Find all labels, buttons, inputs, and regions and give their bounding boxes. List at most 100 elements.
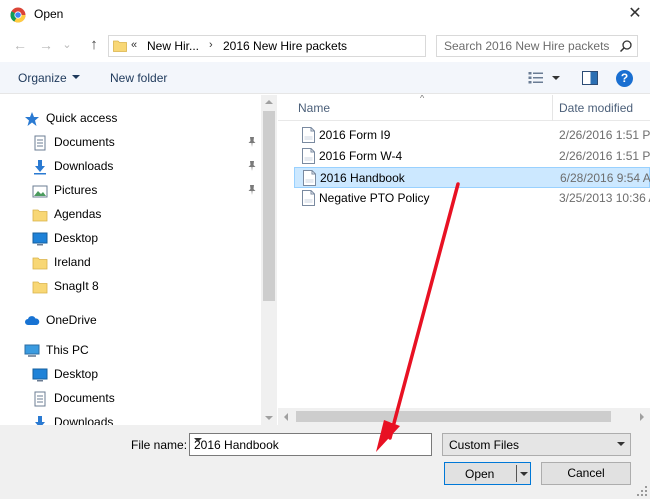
- caret-down-icon[interactable]: [552, 76, 560, 80]
- column-header-name[interactable]: Name: [298, 101, 330, 115]
- file-name-history-dropdown[interactable]: [194, 438, 202, 442]
- file-name-input[interactable]: 2016 Handbook: [189, 433, 432, 456]
- search-icon: [619, 40, 632, 53]
- pictures-icon: [32, 183, 48, 199]
- file-row[interactable]: 2016 Handbook 6/28/2016 9:54 AM: [294, 167, 650, 188]
- close-button[interactable]: ✕: [622, 3, 648, 25]
- star-icon: [24, 111, 40, 127]
- open-button-label: Open: [465, 467, 495, 481]
- command-toolbar: Organize New folder ?: [0, 62, 650, 94]
- nav-item-label: Ireland: [54, 255, 91, 269]
- nav-item-label: Downloads: [54, 159, 114, 173]
- caret-down-icon: [72, 75, 80, 79]
- pdf-file-icon: [302, 190, 315, 206]
- file-list-horizontal-scrollbar[interactable]: [278, 408, 650, 425]
- file-date-modified: 6/28/2016 9:54 AM: [560, 171, 650, 185]
- nav-item-documents[interactable]: Documents: [0, 131, 260, 155]
- chevron-right-icon: ›: [209, 39, 213, 51]
- scroll-right-icon[interactable]: [640, 413, 644, 421]
- folder-icon: [113, 40, 127, 52]
- close-icon: ✕: [628, 5, 642, 22]
- nav-item-this-pc[interactable]: This PC: [0, 339, 260, 363]
- back-button[interactable]: ←: [10, 35, 30, 55]
- file-name-value: 2016 Handbook: [194, 438, 279, 452]
- nav-item-label: Pictures: [54, 183, 98, 197]
- nav-item-agendas[interactable]: Agendas: [0, 203, 260, 227]
- arrow-left-icon: ←: [13, 37, 27, 53]
- nav-item-pictures[interactable]: Pictures: [0, 179, 260, 203]
- file-row[interactable]: Negative PTO Policy 3/25/2013 10:36 AM: [294, 188, 650, 209]
- nav-pane-scrollbar[interactable]: [261, 95, 277, 425]
- nav-item-label: Desktop: [54, 367, 99, 381]
- arrow-right-icon: →: [39, 37, 53, 53]
- folder-icon: [32, 279, 48, 295]
- nav-item-downloads[interactable]: Downloads: [0, 411, 260, 425]
- pin-icon: [246, 160, 258, 172]
- cancel-button[interactable]: Cancel: [541, 462, 631, 485]
- scroll-down-icon[interactable]: [265, 416, 273, 420]
- arrow-up-icon: ↑: [90, 36, 98, 53]
- file-date-modified: 2/26/2016 1:51 PM: [559, 149, 650, 163]
- nav-item-label: Agendas: [54, 207, 102, 221]
- file-name: 2016 Form W-4: [319, 149, 403, 163]
- nav-item-onedrive[interactable]: OneDrive: [0, 309, 260, 333]
- resize-grip-icon[interactable]: [636, 485, 648, 497]
- file-type-value: Custom Files: [449, 438, 520, 452]
- search-input[interactable]: Search 2016 New Hire packets: [436, 35, 638, 57]
- chevron-down-icon: ⌄: [62, 39, 72, 51]
- help-button[interactable]: ?: [616, 70, 633, 87]
- column-divider[interactable]: [552, 95, 553, 121]
- file-type-select[interactable]: Custom Files: [442, 433, 631, 456]
- nav-item-ireland[interactable]: Ireland: [0, 251, 260, 275]
- file-row[interactable]: 2016 Form I9 2/26/2016 1:51 PM: [294, 125, 650, 146]
- chrome-icon: [10, 7, 26, 23]
- nav-item-documents[interactable]: Documents: [0, 387, 260, 411]
- documents-icon: [32, 135, 48, 151]
- dialog-footer: File name: 2016 Handbook Custom Files Op…: [0, 425, 650, 499]
- help-icon: ?: [620, 71, 629, 85]
- open-options-dropdown[interactable]: [520, 472, 528, 476]
- nav-item-quick-access[interactable]: Quick access: [0, 107, 260, 131]
- nav-item-label: Desktop: [54, 231, 99, 245]
- navigation-pane: Quick access Documents Downloads Pictures Ag…: [0, 95, 278, 425]
- file-row[interactable]: 2016 Form W-4 2/26/2016 1:51 PM: [294, 146, 650, 167]
- address-segment[interactable]: 2016 New Hire packets: [223, 39, 347, 53]
- cloud-icon: [24, 313, 40, 329]
- new-folder-button[interactable]: New folder: [110, 71, 167, 85]
- open-button[interactable]: Open: [444, 462, 531, 485]
- documents-icon: [32, 391, 48, 407]
- forward-button[interactable]: →: [36, 35, 56, 55]
- folder-icon: [32, 255, 48, 271]
- downloads-icon: [32, 415, 48, 425]
- desktop-icon: [32, 367, 48, 383]
- nav-item-desktop[interactable]: Desktop: [0, 363, 260, 387]
- pdf-file-icon: [303, 170, 316, 186]
- chevron-down-icon: [617, 442, 625, 446]
- folder-icon: [32, 207, 48, 223]
- window-title: Open: [34, 7, 64, 21]
- column-header-date-modified[interactable]: Date modified: [559, 101, 633, 115]
- scrollbar-thumb[interactable]: [263, 111, 275, 301]
- nav-item-desktop[interactable]: Desktop: [0, 227, 260, 251]
- scroll-up-icon[interactable]: [265, 100, 273, 104]
- split-button-divider: [516, 465, 517, 482]
- nav-item-downloads[interactable]: Downloads: [0, 155, 260, 179]
- recent-locations-button[interactable]: ⌄: [60, 35, 74, 55]
- search-placeholder: Search 2016 New Hire packets: [444, 39, 610, 53]
- preview-pane-icon[interactable]: [582, 71, 598, 85]
- address-bar[interactable]: « New Hir... › 2016 New Hire packets ↻: [108, 35, 523, 57]
- address-overflow[interactable]: «: [131, 39, 137, 51]
- view-options-icon[interactable]: [528, 71, 544, 85]
- desktop-icon: [32, 231, 48, 247]
- scrollbar-thumb[interactable]: [296, 411, 611, 422]
- address-segment[interactable]: New Hir...: [147, 39, 199, 53]
- nav-item-snagit-8[interactable]: SnagIt 8: [0, 275, 260, 299]
- up-button[interactable]: ↑: [84, 35, 104, 55]
- computer-icon: [24, 343, 40, 359]
- nav-item-label: Downloads: [54, 415, 114, 425]
- organize-button[interactable]: Organize: [18, 71, 67, 85]
- pin-icon: [246, 184, 258, 196]
- sort-ascending-icon: ^: [420, 95, 425, 103]
- nav-item-label: This PC: [46, 343, 89, 357]
- scroll-left-icon[interactable]: [284, 413, 288, 421]
